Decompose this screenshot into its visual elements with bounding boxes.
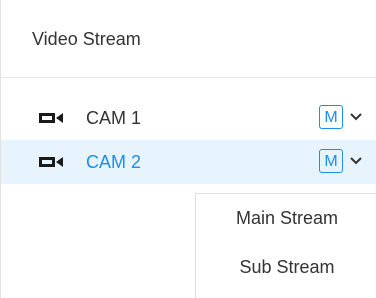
chevron-down-icon [350, 113, 362, 121]
menu-item-main-stream[interactable]: Main Stream [196, 200, 376, 236]
panel-title: Video Stream [32, 29, 141, 49]
video-camera-icon [39, 113, 63, 123]
menu-item-sub-stream[interactable]: Sub Stream [196, 249, 376, 285]
camera-label: CAM 1 [86, 108, 142, 128]
stream-type-badge: M [319, 149, 343, 173]
video-camera-icon [39, 157, 63, 167]
video-stream-panel: Video Stream CAM 1 M CAM 2 M Main Stream… [0, 0, 376, 298]
camera-label: CAM 2 [86, 152, 142, 172]
panel-header: Video Stream [1, 0, 376, 78]
stream-type-dropdown[interactable]: M [319, 149, 371, 175]
camera-row-cam-2[interactable]: CAM 2 M [1, 140, 376, 184]
chevron-down-icon [350, 157, 362, 165]
stream-type-badge: M [319, 105, 343, 129]
stream-type-menu: Main Stream Sub Stream [195, 193, 376, 298]
stream-type-dropdown[interactable]: M [319, 105, 371, 131]
camera-row-cam-1[interactable]: CAM 1 M [1, 96, 376, 140]
